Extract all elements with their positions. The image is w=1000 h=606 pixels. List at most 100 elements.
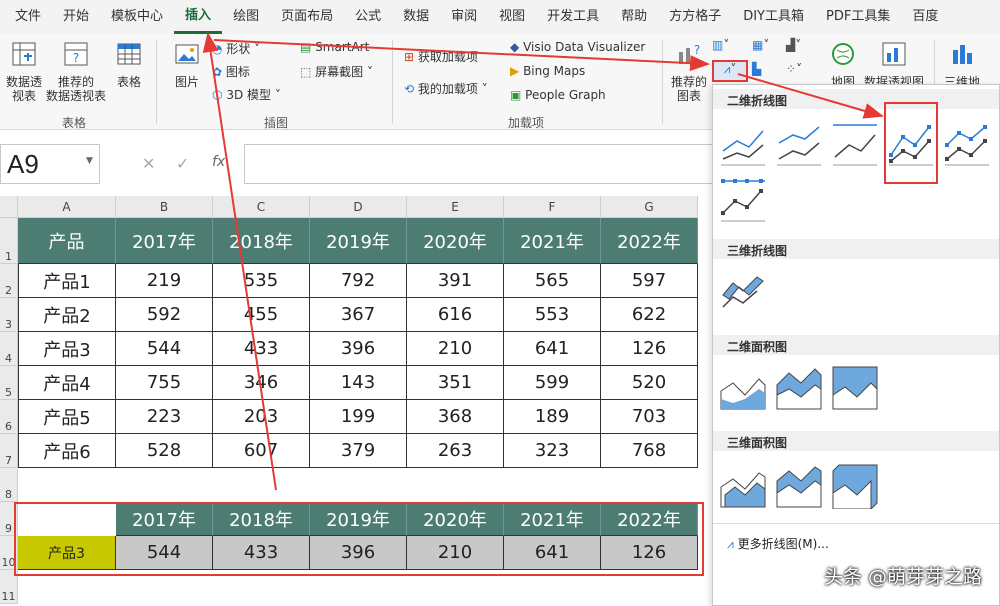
percent-stacked-line-thumb[interactable] [831, 121, 879, 167]
tab-developer[interactable]: 开发工具 [536, 0, 610, 34]
row-header-7[interactable]: 7 [0, 434, 18, 468]
table-cell[interactable]: 553 [504, 298, 601, 332]
line-chart-button[interactable]: ⩘˅ [712, 60, 748, 82]
fx-icon[interactable]: fx [212, 154, 225, 170]
stacked-area-thumb[interactable] [775, 365, 823, 411]
table-cell[interactable]: 210 [407, 332, 504, 366]
screenshot-button[interactable]: ⬚ 屏幕截图 ˅ [300, 63, 373, 80]
table-cell[interactable]: 396 [310, 332, 407, 366]
percent-stacked-markers-thumb[interactable] [719, 177, 767, 223]
tab-baidu[interactable]: 百度 [901, 0, 949, 34]
column-header-a[interactable]: A [18, 196, 116, 218]
confirm-icon[interactable]: ✓ [176, 154, 189, 173]
table-cell[interactable]: 433 [213, 332, 310, 366]
table-header-cell[interactable]: 产品 [18, 218, 116, 264]
table-cell[interactable]: 产品2 [18, 298, 116, 332]
table-cell[interactable]: 368 [407, 400, 504, 434]
table-cell[interactable]: 126 [601, 332, 698, 366]
table-cell[interactable]: 143 [310, 366, 407, 400]
tab-review[interactable]: 审阅 [440, 0, 488, 34]
row-header-2[interactable]: 2 [0, 264, 18, 298]
table-cell[interactable]: 520 [601, 366, 698, 400]
table-cell[interactable]: 535 [213, 264, 310, 298]
3d-map-button[interactable]: 三维地 [942, 40, 982, 89]
table-cell[interactable]: 379 [310, 434, 407, 468]
cancel-icon[interactable]: ✕ [142, 154, 155, 173]
table-header-cell[interactable]: 2019年 [310, 218, 407, 264]
table-cell[interactable]: 199 [310, 400, 407, 434]
table-cell[interactable]: 323 [504, 434, 601, 468]
tab-diy[interactable]: DIY工具箱 [732, 0, 815, 34]
3d-area-thumb[interactable] [719, 463, 767, 509]
column-header-c[interactable]: C [213, 196, 310, 218]
row-header-4[interactable]: 4 [0, 332, 18, 366]
row-header-6[interactable]: 6 [0, 400, 18, 434]
smartart-button[interactable]: ▤ SmartArt [300, 40, 369, 54]
tab-help[interactable]: 帮助 [610, 0, 658, 34]
table-cell[interactable]: 产品1 [18, 264, 116, 298]
table-cell[interactable]: 528 [116, 434, 213, 468]
table-button[interactable]: 表格 [112, 40, 146, 89]
tab-file[interactable]: 文件 [4, 0, 52, 34]
table-header-cell[interactable]: 2018年 [213, 218, 310, 264]
row-header-3[interactable]: 3 [0, 298, 18, 332]
table-header-cell[interactable]: 2017年 [116, 218, 213, 264]
column-header-e[interactable]: E [407, 196, 504, 218]
people-graph-button[interactable]: ▣ People Graph [510, 88, 606, 102]
more-line-charts-link[interactable]: ⩘ 更多折线图(M)... [727, 535, 829, 552]
tab-formulas[interactable]: 公式 [344, 0, 392, 34]
column-chart-button[interactable]: ▥˅ [712, 38, 729, 52]
tab-page-layout[interactable]: 页面布局 [270, 0, 344, 34]
tab-templates[interactable]: 模板中心 [100, 0, 174, 34]
table-cell[interactable]: 351 [407, 366, 504, 400]
stacked-line-markers-thumb[interactable] [943, 121, 991, 167]
table-cell[interactable]: 544 [116, 332, 213, 366]
3d-models-button[interactable]: ⬡ 3D 模型 ˅ [212, 86, 281, 103]
tab-home[interactable]: 开始 [52, 0, 100, 34]
table-cell[interactable]: 产品4 [18, 366, 116, 400]
scatter-chart-button[interactable]: ⁘˅ [786, 62, 802, 76]
stat-chart-button[interactable]: ▙ [752, 62, 761, 76]
select-all-corner[interactable] [0, 196, 18, 218]
row-header-5[interactable]: 5 [0, 366, 18, 400]
table-cell[interactable]: 768 [601, 434, 698, 468]
tab-pdf[interactable]: PDF工具集 [815, 0, 901, 34]
column-header-d[interactable]: D [310, 196, 407, 218]
visio-button[interactable]: ◆ Visio Data Visualizer [510, 40, 645, 54]
pivot-chart-button[interactable]: 数据透视图 [862, 40, 926, 89]
table-header-cell[interactable]: 2020年 [407, 218, 504, 264]
stacked-line-thumb[interactable] [775, 121, 823, 167]
table-cell[interactable]: 346 [213, 366, 310, 400]
table-cell[interactable]: 455 [213, 298, 310, 332]
table-cell[interactable]: 616 [407, 298, 504, 332]
table-cell[interactable]: 565 [504, 264, 601, 298]
table-cell[interactable]: 792 [310, 264, 407, 298]
table-cell[interactable]: 367 [310, 298, 407, 332]
formula-input[interactable] [244, 144, 714, 184]
table-cell[interactable]: 755 [116, 366, 213, 400]
table-cell[interactable]: 597 [601, 264, 698, 298]
table-cell[interactable]: 607 [213, 434, 310, 468]
table-cell[interactable]: 产品5 [18, 400, 116, 434]
table-cell[interactable]: 219 [116, 264, 213, 298]
maps-button[interactable]: 地图 [826, 40, 860, 89]
table-cell[interactable]: 599 [504, 366, 601, 400]
row-header-8[interactable]: 8 [0, 468, 18, 502]
column-header-g[interactable]: G [601, 196, 698, 218]
line-chart-thumb[interactable] [719, 121, 767, 167]
tab-view[interactable]: 视图 [488, 0, 536, 34]
my-addins-button[interactable]: ⟲ 我的加载项 ˅ [404, 80, 488, 97]
table-header-cell[interactable]: 2022年 [601, 218, 698, 264]
bing-maps-button[interactable]: ▶ Bing Maps [510, 64, 585, 78]
waterfall-chart-button[interactable]: ▟˅ [786, 38, 801, 52]
row-header-1[interactable]: 1 [0, 218, 18, 264]
name-box[interactable]: A9 [0, 144, 100, 184]
table-cell[interactable]: 592 [116, 298, 213, 332]
icons-button[interactable]: ✿ 图标 [212, 63, 250, 80]
tab-draw[interactable]: 绘图 [222, 0, 270, 34]
3d-percent-area-thumb[interactable] [831, 463, 879, 509]
hierarchy-chart-button[interactable]: ▦˅ [752, 38, 769, 52]
pivot-table-button[interactable]: 数据透 视表 [4, 40, 44, 103]
3d-stacked-area-thumb[interactable] [775, 463, 823, 509]
table-cell[interactable]: 189 [504, 400, 601, 434]
